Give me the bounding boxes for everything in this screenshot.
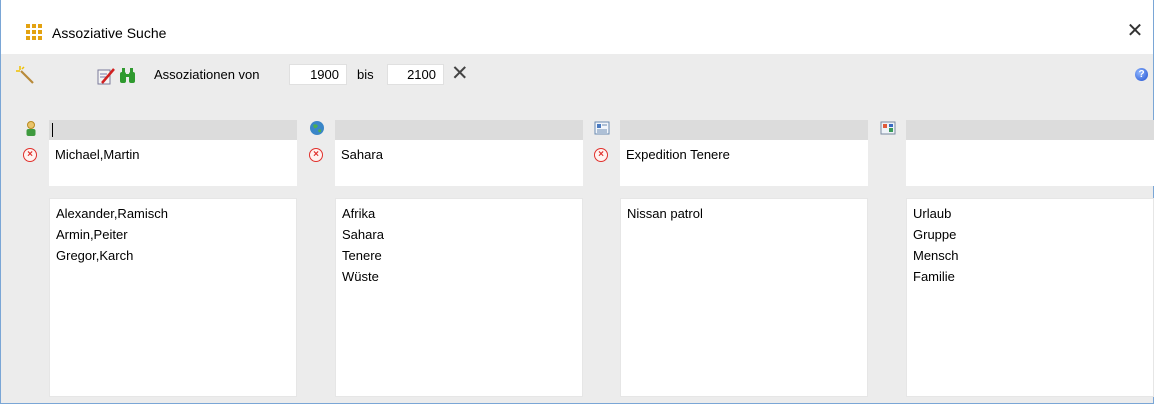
list-item[interactable]: Wüste [342,266,582,287]
binoculars-icon[interactable] [118,66,138,86]
close-button[interactable]: ✕ [1125,20,1145,40]
range-to-label: bis [357,67,374,82]
remove-person-icon[interactable]: × [23,148,37,162]
list-item[interactable]: Mensch [913,245,1153,266]
year-to-field[interactable]: 2100 [387,64,444,85]
person-results-list[interactable]: Alexander,Ramisch Armin,Peiter Gregor,Ka… [49,198,297,397]
list-item[interactable]: Armin,Peiter [56,224,296,245]
document-icon [594,120,610,136]
clear-range-button[interactable]: ✕ [451,62,469,84]
list-item[interactable]: Gregor,Karch [56,245,296,266]
keyword-results-list[interactable]: Urlaub Gruppe Mensch Familie [906,198,1154,397]
help-icon[interactable]: ? [1135,68,1148,81]
list-item[interactable]: Gruppe [913,224,1153,245]
place-search-input[interactable] [335,120,583,140]
grid-app-icon [26,24,42,40]
text-caret [52,123,53,138]
picture-icon [880,120,896,136]
person-search-input[interactable] [49,120,297,140]
event-results-list[interactable]: Nissan patrol [620,198,868,397]
year-from-field[interactable]: 1900 [289,64,347,85]
person-icon [23,120,39,136]
globe-icon [309,120,325,136]
keyword-selected-value[interactable] [906,140,1154,186]
list-item[interactable]: Nissan patrol [627,203,867,224]
event-selected-value[interactable]: Expedition Tenere [620,140,868,186]
person-selected-value[interactable]: Michael,Martin [49,140,297,186]
event-search-input[interactable] [620,120,868,140]
magic-wand-icon[interactable] [16,66,36,86]
place-results-list[interactable]: Afrika Sahara Tenere Wüste [335,198,583,397]
edit-document-icon[interactable] [96,66,116,86]
range-label: Assoziationen von [154,67,260,82]
remove-place-icon[interactable]: × [309,148,323,162]
list-item[interactable]: Tenere [342,245,582,266]
association-search-window: Assoziative Suche ✕ Assoziationen von 19… [0,0,1154,404]
list-item[interactable]: Alexander,Ramisch [56,203,296,224]
list-item[interactable]: Urlaub [913,203,1153,224]
list-item[interactable]: Afrika [342,203,582,224]
list-item[interactable]: Sahara [342,224,582,245]
title-bar: Assoziative Suche ✕ [1,0,1153,54]
window-title: Assoziative Suche [52,25,167,41]
keyword-search-input[interactable] [906,120,1154,140]
place-selected-value[interactable]: Sahara [335,140,583,186]
remove-event-icon[interactable]: × [594,148,608,162]
list-item[interactable]: Familie [913,266,1153,287]
